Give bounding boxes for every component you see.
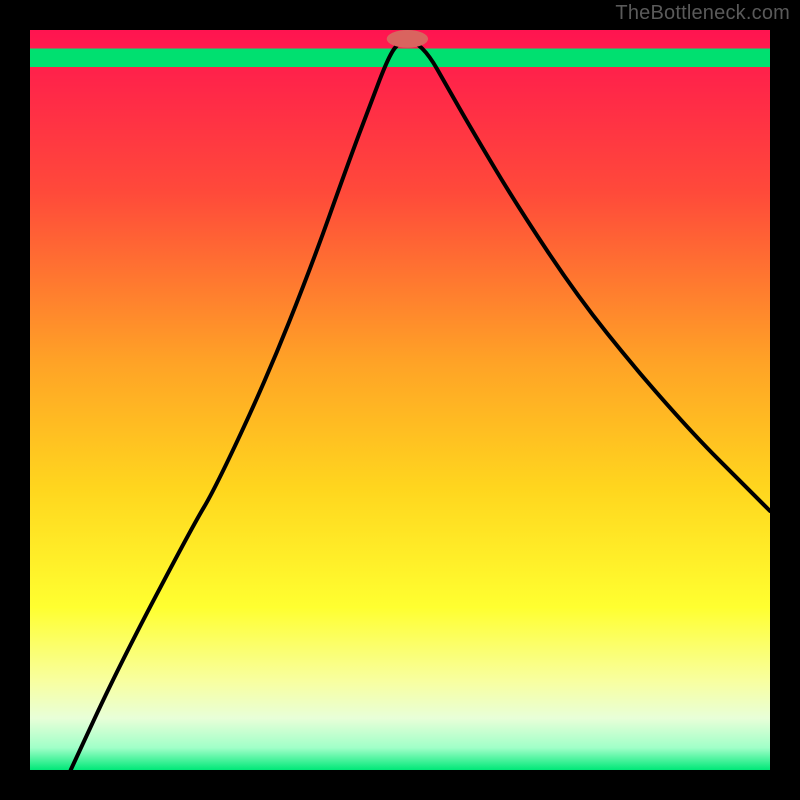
plot-area — [30, 30, 770, 770]
optimal-band — [30, 49, 770, 68]
chart-frame: TheBottleneck.com — [0, 0, 800, 800]
optimal-marker — [387, 30, 428, 48]
watermark-text: TheBottleneck.com — [615, 2, 790, 25]
bottleneck-chart — [0, 0, 800, 800]
